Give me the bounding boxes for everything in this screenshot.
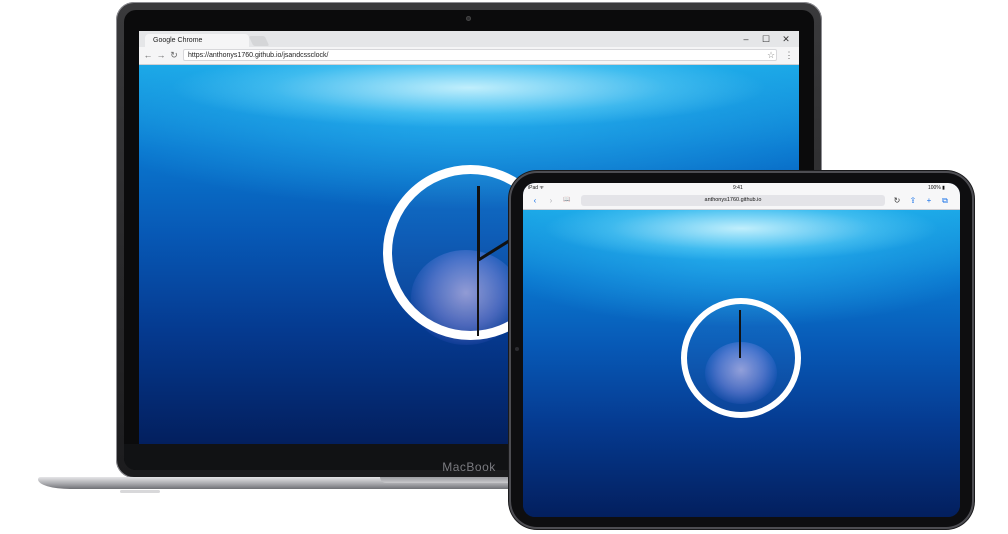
hour-hand [476,186,480,260]
reload-icon[interactable]: ↻ [891,194,903,207]
close-button[interactable]: ✕ [779,33,793,45]
back-chevron-icon[interactable]: ‹ [529,194,541,207]
chrome-tab-title: Google Chrome [153,37,203,44]
address-bar-url: https://anthonys1760.github.io/jsandcssc… [188,52,329,59]
bookmark-star-icon[interactable]: ☆ [765,49,777,61]
ipad-camera-icon [515,347,519,351]
status-battery: 100% ▮ [928,185,945,191]
tabs-overview-icon[interactable]: ⧉ [939,194,951,207]
status-time: 9:41 [733,185,743,191]
macbook-foot [120,490,160,493]
ipad-screen: iPad ᯤ 9:41 100% ▮ ‹ › 📖 anthonys1760.gi… [523,183,960,517]
ocean-background [523,210,960,517]
status-carrier: iPad ᯤ [528,185,544,191]
bookmarks-icon[interactable]: 📖 [561,194,573,207]
share-icon[interactable]: ⇪ [907,194,919,207]
safari-address-bar[interactable]: anthonys1760.github.io [581,195,885,206]
chrome-toolbar: ← → ↻ https://anthonys1760.github.io/jsa… [139,47,799,65]
safari-toolbar: ‹ › 📖 anthonys1760.github.io ↻ ⇪ + ⧉ [523,193,960,210]
minimize-button[interactable]: – [739,33,753,45]
camera-icon [466,16,471,21]
macbook-logo-text: MacBook [442,460,496,474]
chrome-menu-icon[interactable]: ⋮ [783,49,795,61]
second-hand [477,260,479,336]
new-tab-icon[interactable]: + [923,194,935,207]
address-bar[interactable]: https://anthonys1760.github.io/jsandcssc… [183,49,777,61]
forward-arrow-icon[interactable]: → [155,49,167,61]
chrome-tab[interactable]: Google Chrome [145,34,249,47]
ipad-status-bar: iPad ᯤ 9:41 100% ▮ [523,183,960,193]
chrome-tab-bar: Google Chrome – ☐ ✕ [139,31,799,47]
maximize-button[interactable]: ☐ [759,33,773,45]
new-tab-button[interactable] [248,36,270,46]
safari-url: anthonys1760.github.io [704,197,762,203]
reload-icon[interactable]: ↻ [168,49,180,61]
back-arrow-icon[interactable]: ← [142,49,154,61]
forward-chevron-icon[interactable]: › [545,194,557,207]
clock-face [681,298,801,418]
minute-hand [739,310,741,358]
